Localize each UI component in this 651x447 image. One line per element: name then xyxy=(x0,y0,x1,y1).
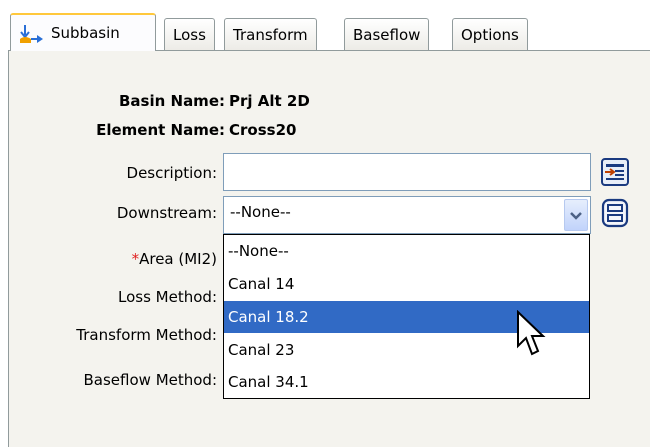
tab-label: Transform xyxy=(233,26,308,44)
mouse-pointer-icon xyxy=(517,310,546,356)
downstream-dropdown-button[interactable] xyxy=(564,199,588,231)
tab-label: Options xyxy=(461,26,519,44)
transform-method-label: Transform Method: xyxy=(76,326,217,344)
downstream-select[interactable]: --None-- xyxy=(223,196,591,234)
basin-name-label: Basin Name: xyxy=(118,92,225,110)
element-name-value: Cross20 xyxy=(229,121,297,139)
tab-options[interactable]: Options xyxy=(452,18,528,51)
tab-subbasin[interactable]: Subbasin xyxy=(10,13,156,51)
element-name-label: Element Name: xyxy=(96,121,225,139)
description-label: Description: xyxy=(126,164,217,182)
chevron-down-icon xyxy=(570,212,582,220)
description-editor-button[interactable] xyxy=(600,157,630,187)
dropdown-option[interactable]: --None-- xyxy=(224,235,589,267)
tab-strip: Subbasin Loss Transform Baseflow Options xyxy=(0,0,651,53)
loss-method-label: Loss Method: xyxy=(118,288,217,306)
dropdown-option[interactable]: Canal 34.1 xyxy=(224,366,589,398)
tab-transform[interactable]: Transform xyxy=(224,18,317,51)
basin-name-value: Prj Alt 2D xyxy=(229,92,310,110)
area-label-text: Area (MI2) xyxy=(139,250,217,268)
downstream-value: --None-- xyxy=(230,203,291,221)
description-field[interactable] xyxy=(223,153,591,191)
baseflow-method-label: Baseflow Method: xyxy=(83,371,218,389)
tab-label: Subbasin xyxy=(51,24,120,42)
required-marker: * xyxy=(131,250,140,268)
tab-loss[interactable]: Loss xyxy=(164,18,215,51)
downstream-properties-button[interactable] xyxy=(600,198,630,228)
area-label: *Area (MI2) xyxy=(132,250,217,268)
tab-label: Loss xyxy=(173,26,206,44)
tab-label: Baseflow xyxy=(353,26,421,44)
dropdown-option[interactable]: Canal 14 xyxy=(224,268,589,300)
downstream-label: Downstream: xyxy=(116,204,217,222)
subbasin-icon xyxy=(20,25,43,43)
tab-baseflow[interactable]: Baseflow xyxy=(344,18,430,51)
